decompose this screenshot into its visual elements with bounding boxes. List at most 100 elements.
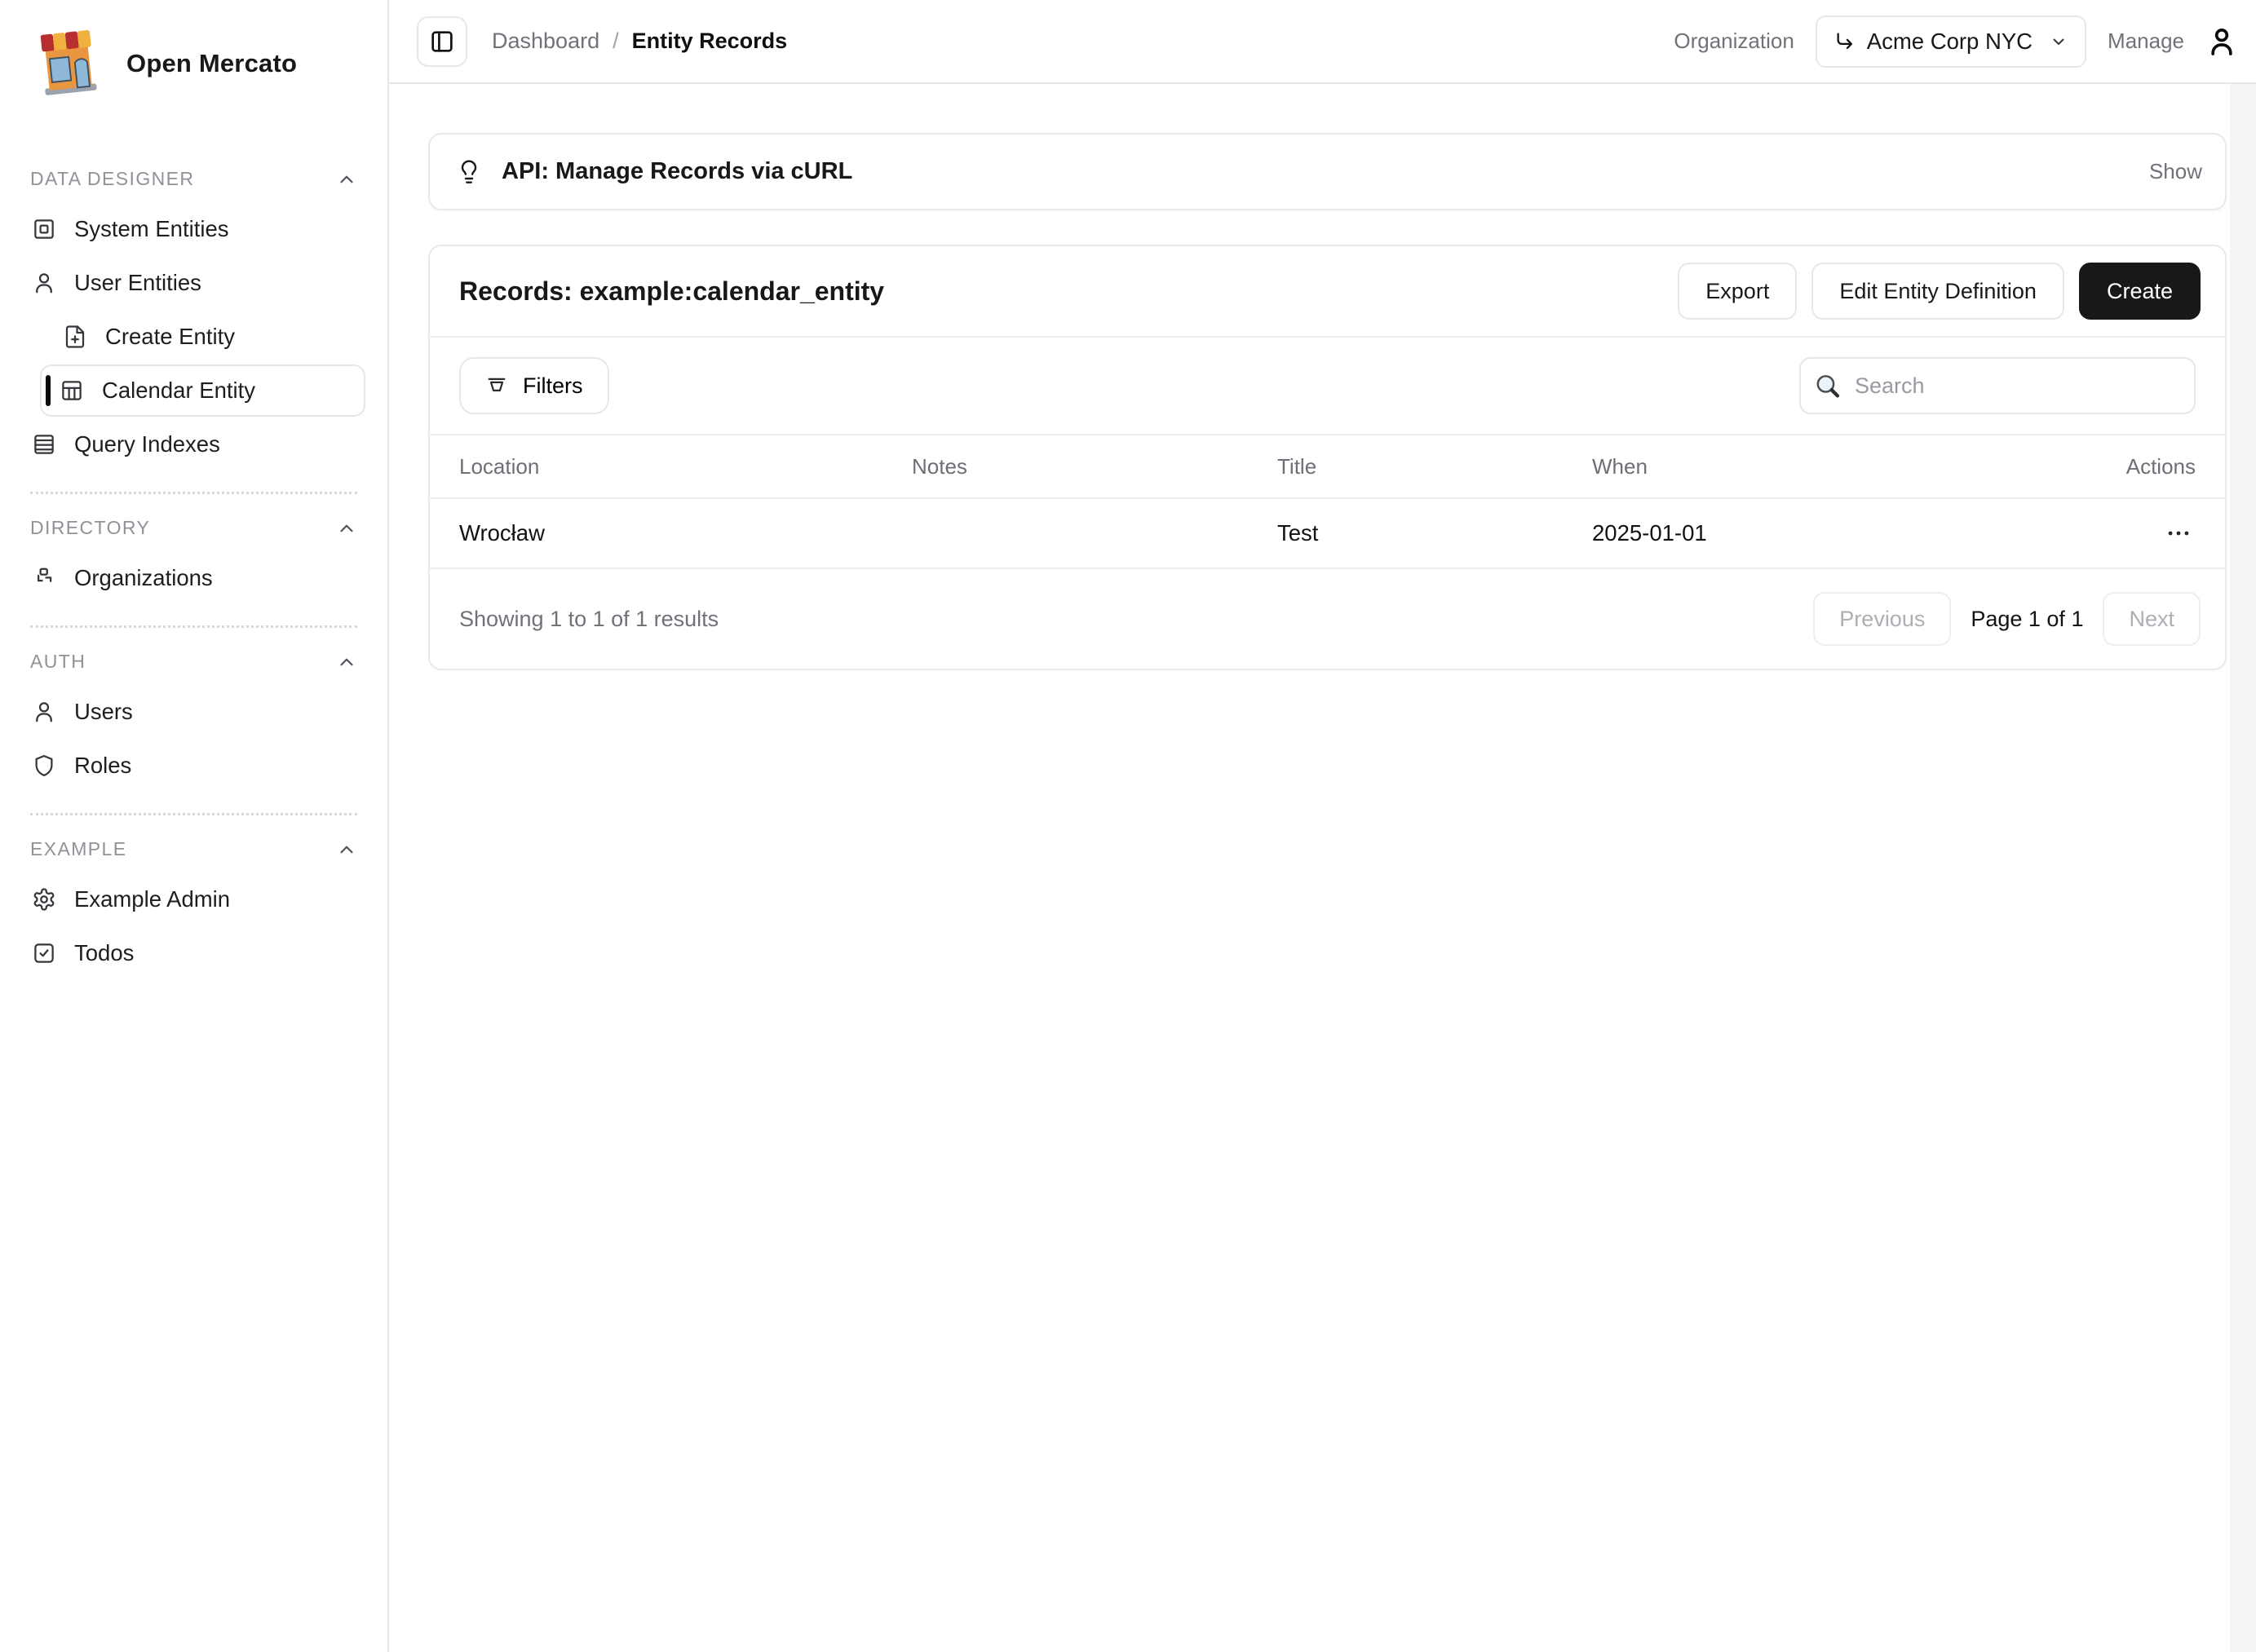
section-label: DATA DESIGNER: [30, 168, 194, 190]
sidebar-section-data-designer: DATA DESIGNER System Entities User Entit…: [22, 157, 365, 470]
page-indicator: Page 1 of 1: [1971, 607, 2083, 632]
sidebar-item-label: Organizations: [74, 565, 213, 591]
sidebar-item-query-indexes[interactable]: Query Indexes: [22, 418, 365, 470]
sidebar-item-organizations[interactable]: Organizations: [22, 552, 365, 604]
main-area: Dashboard / Entity Records Organization …: [389, 0, 2256, 1652]
pagination: Previous Page 1 of 1 Next: [1813, 592, 2201, 646]
sidebar-item-roles[interactable]: Roles: [22, 740, 365, 792]
sidebar-item-label: Query Indexes: [74, 431, 220, 457]
show-link[interactable]: Show: [2149, 159, 2202, 184]
edit-entity-definition-button[interactable]: Edit Entity Definition: [1811, 263, 2064, 320]
sidebar-item-system-entities[interactable]: System Entities: [22, 203, 365, 255]
records-toolbar: Filters: [430, 338, 2225, 435]
sidebar-item-todos[interactable]: Todos: [22, 927, 365, 979]
sidebar-section-directory: DIRECTORY Organizations: [22, 506, 365, 604]
manage-link[interactable]: Manage: [2108, 29, 2184, 54]
chevron-up-icon: [336, 518, 357, 539]
corner-down-right-icon: [1834, 30, 1856, 52]
user-menu-icon[interactable]: [2205, 25, 2238, 58]
sidebar-item-label: Roles: [74, 753, 131, 779]
table-footer: Showing 1 to 1 of 1 results Previous Pag…: [430, 569, 2225, 669]
section-header-directory[interactable]: DIRECTORY: [22, 506, 365, 550]
organization-select[interactable]: Acme Corp NYC: [1816, 15, 2086, 68]
sidebar-item-label: System Entities: [74, 216, 229, 242]
user-icon: [32, 271, 56, 295]
section-header-example[interactable]: EXAMPLE: [22, 827, 365, 872]
breadcrumb-current: Entity Records: [632, 29, 788, 54]
organization-selected-value: Acme Corp NYC: [1867, 29, 2033, 55]
square-check-icon: [32, 941, 56, 965]
sidebar-section-auth: AUTH Users Roles: [22, 639, 365, 792]
api-banner: API: Manage Records via cURL Show: [428, 133, 2227, 210]
sidebar-item-label: User Entities: [74, 270, 201, 296]
filters-label: Filters: [523, 373, 583, 399]
sidebar-item-label: Todos: [74, 940, 134, 966]
section-label: EXAMPLE: [30, 838, 126, 860]
column-header-actions: Actions: [2065, 454, 2196, 479]
records-title: Records: example:calendar_entity: [459, 276, 884, 307]
app-name: Open Mercato: [126, 49, 297, 78]
ellipsis-icon: [2165, 519, 2192, 547]
sidebar-toggle-button[interactable]: [417, 16, 467, 67]
sidebar-divider: [30, 813, 357, 815]
search-input[interactable]: [1799, 357, 2196, 414]
breadcrumb-dashboard[interactable]: Dashboard: [492, 29, 599, 54]
app-logo: Open Mercato: [22, 0, 365, 145]
org-tree-icon: [32, 566, 56, 590]
square-square-icon: [32, 217, 56, 241]
row-actions-button[interactable]: [2161, 516, 2196, 550]
export-button[interactable]: Export: [1678, 263, 1797, 320]
sidebar-item-label: Users: [74, 699, 133, 725]
section-header-auth[interactable]: AUTH: [22, 639, 365, 684]
sidebar-item-users[interactable]: Users: [22, 686, 365, 738]
chevron-up-icon: [336, 169, 357, 190]
records-card: Records: example:calendar_entity Export …: [428, 245, 2227, 670]
cell-when: 2025-01-01: [1592, 520, 2065, 546]
column-header-when: When: [1592, 454, 2065, 479]
funnel-icon: [485, 374, 508, 397]
table-icon: [60, 378, 84, 403]
search-icon: [1814, 373, 1841, 400]
panel-left-icon: [429, 29, 455, 55]
column-header-notes: Notes: [912, 454, 1277, 479]
topbar: Dashboard / Entity Records Organization …: [389, 0, 2256, 84]
organization-label: Organization: [1674, 29, 1794, 54]
section-header-data-designer[interactable]: DATA DESIGNER: [22, 157, 365, 201]
records-header-actions: Export Edit Entity Definition Create: [1678, 263, 2201, 320]
search-box: [1799, 357, 2196, 414]
chevron-up-icon: [336, 839, 357, 860]
sidebar-item-label: Example Admin: [74, 886, 230, 912]
column-header-location: Location: [459, 454, 912, 479]
table-header-row: Location Notes Title When Actions: [430, 435, 2225, 499]
content-area: API: Manage Records via cURL Show Record…: [389, 84, 2256, 1652]
results-summary: Showing 1 to 1 of 1 results: [459, 607, 719, 632]
sidebar: Open Mercato DATA DESIGNER System Entiti…: [0, 0, 389, 1652]
sidebar-section-example: EXAMPLE Example Admin Todos: [22, 827, 365, 979]
sidebar-item-create-entity[interactable]: Create Entity: [51, 311, 365, 363]
column-header-title: Title: [1277, 454, 1592, 479]
shield-icon: [32, 753, 56, 778]
api-banner-title: API: Manage Records via cURL: [502, 158, 852, 185]
create-button[interactable]: Create: [2079, 263, 2201, 320]
sidebar-item-example-admin[interactable]: Example Admin: [22, 873, 365, 925]
sidebar-item-user-entities[interactable]: User Entities: [22, 257, 365, 309]
breadcrumb-separator: /: [613, 29, 619, 54]
table-row[interactable]: Wrocław Test 2025-01-01: [430, 499, 2225, 569]
topbar-right: Organization Acme Corp NYC Manage: [1674, 15, 2238, 68]
sidebar-divider: [30, 492, 357, 494]
scrollbar-gutter: [2230, 84, 2256, 1652]
next-page-button[interactable]: Next: [2103, 592, 2201, 646]
previous-page-button[interactable]: Previous: [1813, 592, 1951, 646]
cell-location: Wrocław: [459, 520, 912, 546]
sidebar-item-calendar-entity[interactable]: Calendar Entity: [40, 364, 365, 417]
filters-button[interactable]: Filters: [459, 357, 609, 414]
gear-icon: [32, 887, 56, 912]
file-plus-icon: [63, 325, 87, 349]
section-label: AUTH: [30, 651, 86, 673]
user-icon: [32, 700, 56, 724]
storefront-logo-icon: [33, 28, 105, 99]
sidebar-item-label: Create Entity: [105, 324, 235, 350]
chevron-up-icon: [336, 652, 357, 673]
lightbulb-icon: [456, 159, 482, 185]
sidebar-divider: [30, 625, 357, 628]
